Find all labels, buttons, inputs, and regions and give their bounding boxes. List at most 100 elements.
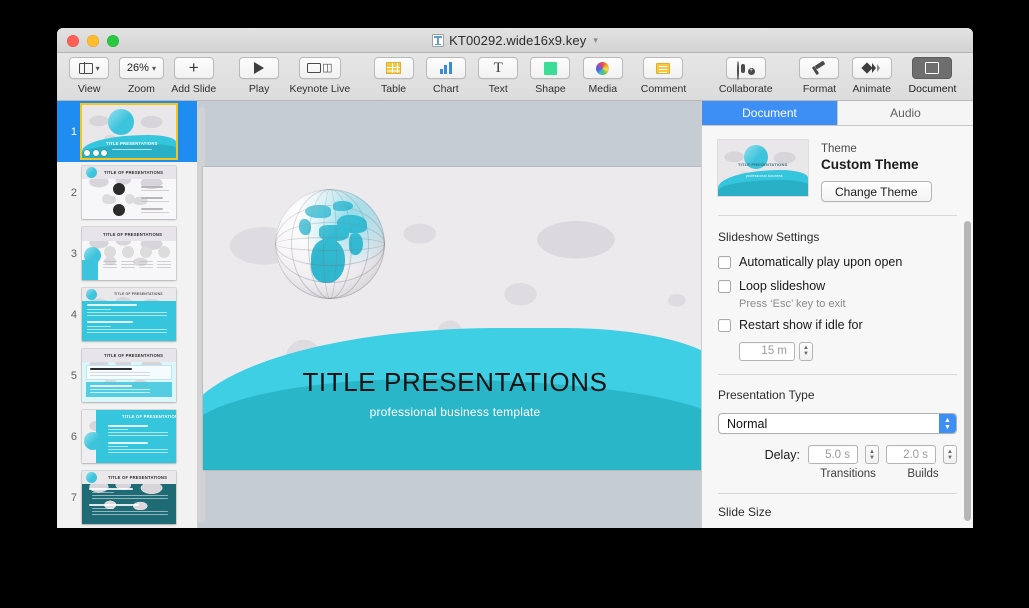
toolbar-label-play: Play	[248, 83, 270, 95]
builds-delay-input[interactable]: 2.0 s	[886, 445, 936, 464]
current-slide[interactable]: TITLE PRESENTATIONS professional busines…	[203, 167, 701, 470]
toolbar-button-shape[interactable]: Shape	[524, 57, 576, 95]
toolbar-button-keynote-live[interactable]: ◫ Keynote Live	[285, 57, 354, 95]
chevron-down-icon: ▾	[151, 63, 156, 73]
inspector-tabs: Document Audio	[702, 101, 973, 126]
presentation-type-heading: Presentation Type	[718, 388, 815, 402]
inspector-scrollbar[interactable]	[964, 221, 971, 521]
slide-thumbnail-4[interactable]: TITLE OF PRESENTATIONS	[82, 288, 176, 341]
toolbar-button-collaborate[interactable]: + Collaborate	[711, 57, 780, 95]
title-chevron-down-icon[interactable]: ▾	[593, 35, 598, 46]
checkbox-row-autoplay[interactable]: Automatically play upon open	[718, 255, 957, 270]
play-icon	[254, 62, 265, 74]
toolbar-button-document[interactable]: Document	[898, 57, 967, 95]
list-item[interactable]: 6 TITLE OF PRESENTATIONS	[57, 406, 197, 467]
list-item[interactable]: 7 TITLE OF PRESENTATIONS	[57, 467, 197, 528]
delay-label: Delay:	[764, 447, 800, 462]
checkbox-autoplay[interactable]	[718, 255, 731, 269]
theme-name: Custom Theme	[821, 157, 919, 172]
add-slide-button-face: +	[173, 57, 214, 79]
chart-button-face	[425, 57, 466, 79]
build-indicator-dots	[84, 150, 107, 156]
toolbar-label-text: Text	[488, 83, 508, 95]
slide-thumbnail-6[interactable]: TITLE OF PRESENTATIONS	[82, 410, 176, 463]
theme-label: Theme	[821, 143, 857, 155]
idle-time-stepper[interactable]: ▲ ▼	[799, 341, 813, 361]
toolbar-button-view[interactable]: ▾ View	[63, 57, 115, 95]
presentation-type-value: Normal	[727, 416, 768, 431]
slide-navigator[interactable]: 1 TITLE PRESENTATIONS 2 TITLE OF PRESENT…	[57, 101, 198, 528]
inspector-panel: Document Audio TITLE PRESENTATIONS profe…	[701, 101, 973, 528]
slide-number: 6	[70, 430, 77, 443]
format-button-face	[799, 57, 840, 79]
toolbar-button-media[interactable]: Media	[577, 57, 629, 95]
keynote-document-icon	[432, 34, 445, 47]
chevron-down-icon: ▾	[95, 63, 100, 73]
loop-hint-text: Press ‘Esc’ key to exit	[739, 297, 846, 310]
theme-thumbnail[interactable]: TITLE PRESENTATIONS professional busines…	[718, 140, 808, 196]
slide-title-text[interactable]: TITLE PRESENTATIONS	[203, 367, 701, 398]
media-button-face	[582, 57, 623, 79]
theme-section: TITLE PRESENTATIONS professional busines…	[702, 126, 973, 215]
list-item[interactable]: 2 TITLE OF PRESENTATIONS	[57, 162, 197, 223]
title-container: KT00292.wide16x9.key ▾	[57, 28, 973, 53]
slide-number: 2	[70, 186, 77, 199]
zoom-value: 26%	[126, 62, 149, 74]
window-title-bar: KT00292.wide16x9.key ▾	[57, 28, 973, 53]
checkbox-row-restart[interactable]: Restart show if idle for	[718, 318, 957, 333]
keynote-window: KT00292.wide16x9.key ▾ ▾ View 26% ▾ Zoom…	[57, 28, 973, 528]
play-button-face	[239, 57, 280, 79]
presentation-type-select[interactable]: Normal ▲ ▼	[718, 413, 957, 434]
slideshow-settings-section: Slideshow Settings Automatically play up…	[702, 216, 973, 374]
list-item[interactable]: 3 TITLE OF PRESENTATIONS	[57, 223, 197, 284]
change-theme-button[interactable]: Change Theme	[821, 181, 932, 202]
animate-button-face	[851, 57, 892, 79]
idle-time-input[interactable]: 15 m	[739, 341, 795, 361]
tab-audio[interactable]: Audio	[837, 101, 973, 125]
builds-caption: Builds	[907, 468, 939, 480]
list-item[interactable]: 4 TITLE OF PRESENTATIONS	[57, 284, 197, 345]
list-item[interactable]: 5 TITLE OF PRESENTATIONS	[57, 345, 197, 406]
toolbar-button-table[interactable]: Table	[367, 57, 419, 95]
media-icon	[596, 61, 610, 75]
toolbar-button-play[interactable]: Play	[233, 57, 285, 95]
toolbar-button-comment[interactable]: Comment	[629, 57, 698, 95]
checkbox-restart-idle[interactable]	[718, 318, 731, 332]
transitions-stepper[interactable]: ▲ ▼	[865, 445, 879, 464]
transitions-delay-input[interactable]: 5.0 s	[808, 445, 858, 464]
toolbar-label-media: Media	[588, 83, 618, 95]
document-button-face	[912, 57, 953, 79]
tab-document[interactable]: Document	[702, 101, 837, 125]
slide-thumbnail-7[interactable]: TITLE OF PRESENTATIONS	[82, 471, 176, 524]
toolbar-button-add-slide[interactable]: + Add Slide	[168, 57, 220, 95]
shape-icon	[543, 61, 557, 75]
slide-number: 7	[70, 491, 77, 504]
builds-stepper[interactable]: ▲ ▼	[943, 445, 957, 464]
slide-thumbnail-3[interactable]: TITLE OF PRESENTATIONS	[82, 227, 176, 280]
document-title[interactable]: KT00292.wide16x9.key	[449, 33, 586, 48]
delay-controls: Delay: 5.0 s ▲ ▼ 2.0 s ▲ ▼	[718, 445, 957, 464]
toolbar-button-format[interactable]: Format	[793, 57, 845, 95]
slide-size-heading: Slide Size	[718, 504, 772, 519]
slide-thumbnail-5[interactable]: TITLE OF PRESENTATIONS	[82, 349, 176, 402]
table-button-face	[373, 57, 414, 79]
slide-canvas-area[interactable]: TITLE PRESENTATIONS professional busines…	[198, 101, 701, 528]
slide-subtitle-text[interactable]: professional business template	[203, 405, 701, 419]
slide-thumbnail-1[interactable]: TITLE PRESENTATIONS	[82, 105, 176, 158]
toolbar-label-chart: Chart	[433, 83, 459, 95]
transitions-caption: Transitions	[820, 468, 876, 480]
toolbar-label-view: View	[77, 83, 101, 95]
keynote-live-button-face: ◫	[299, 57, 341, 79]
toolbar-button-chart[interactable]: Chart	[420, 57, 472, 95]
table-icon	[386, 62, 402, 74]
slide-thumbnail-2[interactable]: TITLE OF PRESENTATIONS	[82, 166, 176, 219]
checkbox-label-restart: Restart show if idle for	[739, 317, 863, 332]
toolbar-button-text[interactable]: T Text	[472, 57, 524, 95]
toolbar-label-collaborate: Collaborate	[718, 83, 773, 95]
toolbar-button-zoom[interactable]: 26% ▾ Zoom	[115, 57, 167, 95]
checkbox-loop-slideshow[interactable]	[718, 279, 731, 293]
list-item[interactable]: 1 TITLE PRESENTATIONS	[57, 101, 197, 162]
toolbar-button-animate[interactable]: Animate	[846, 57, 898, 95]
window-body: 1 TITLE PRESENTATIONS 2 TITLE OF PRESENT…	[57, 101, 973, 528]
checkbox-row-loop[interactable]: Loop slideshow	[718, 279, 957, 294]
